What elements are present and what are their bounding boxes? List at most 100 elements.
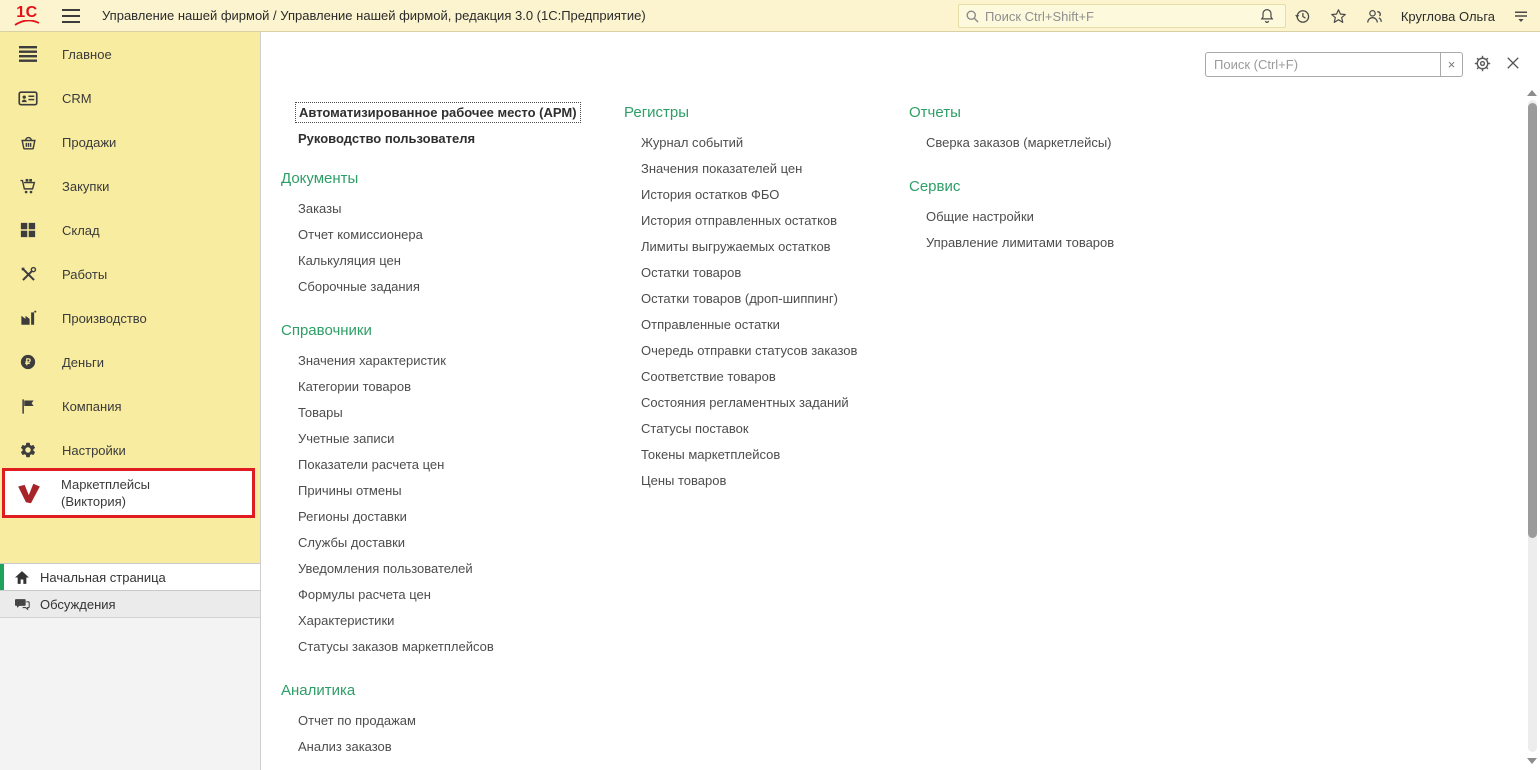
sidebar-item-crm[interactable]: CRM xyxy=(0,76,260,120)
panel-settings-gear-icon[interactable] xyxy=(1472,53,1493,74)
function-menu-panel: × Автоматизированное рабочее место (АРМ)… xyxy=(260,32,1540,770)
window-title: Управление нашей фирмой / Управление наш… xyxy=(102,8,646,23)
menu-link[interactable]: Анализ заказов xyxy=(281,734,611,760)
tools-icon xyxy=(16,265,40,284)
menu-link[interactable]: Калькуляция цен xyxy=(281,248,611,274)
current-user-name[interactable]: Круглова Ольга xyxy=(1401,9,1495,24)
sidebar-item-label: Настройки xyxy=(62,442,126,458)
sidebar-item-label: Маркетплейсы (Виктория) xyxy=(61,476,150,510)
list-icon xyxy=(16,46,40,62)
search-clear-button[interactable]: × xyxy=(1441,52,1463,77)
home-icon xyxy=(12,570,32,585)
menu-link[interactable]: Характеристики xyxy=(281,608,611,634)
bell-icon[interactable] xyxy=(1258,7,1276,25)
global-search-input[interactable] xyxy=(985,8,1279,24)
sidebar-item-prodazhi[interactable]: Продажи xyxy=(0,120,260,164)
menu-link[interactable]: Категории товаров xyxy=(281,374,611,400)
menu-link[interactable]: Сверка заказов (маркетлейсы) xyxy=(909,130,1209,156)
menu-link[interactable]: История отправленных остатков xyxy=(624,208,924,234)
sidebar-footer-empty-area xyxy=(0,617,260,770)
active-tab-indicator xyxy=(0,564,4,590)
section-title-catalogs: Справочники xyxy=(281,322,372,339)
sidebar-item-nastroyki[interactable]: Настройки xyxy=(0,428,260,472)
sidebar-item-proizvodstvo[interactable]: Производство xyxy=(0,296,260,340)
marketplace-label-line1: Маркетплейсы xyxy=(61,477,150,492)
menu-link[interactable]: Состояния регламентных заданий xyxy=(624,390,924,416)
menu-link[interactable]: Соответствие товаров xyxy=(624,364,924,390)
menu-link[interactable]: Учетные записи xyxy=(281,426,611,452)
star-icon[interactable] xyxy=(1329,7,1348,26)
menu-link[interactable]: Значения показателей цен xyxy=(624,156,924,182)
cart-icon xyxy=(16,177,40,196)
menu-link[interactable]: Сборочные задания xyxy=(281,274,611,300)
sidebar-item-glavnoe[interactable]: Главное xyxy=(0,32,260,76)
menu-link[interactable]: Лимиты выгружаемых остатков xyxy=(624,234,924,260)
sidebar-item-label: Продажи xyxy=(62,134,117,150)
function-menu-column-2: Регистры Журнал событий Значения показат… xyxy=(624,98,924,494)
function-menu-column-3: Отчеты Сверка заказов (маркетлейсы) Серв… xyxy=(909,98,1209,256)
discussions-icon xyxy=(12,597,32,612)
scroll-up-arrow[interactable] xyxy=(1527,90,1537,96)
1c-logo-text: 1С xyxy=(16,4,38,21)
section-title-documents: Документы xyxy=(281,170,359,187)
marketplace-v-icon xyxy=(16,480,42,506)
crm-card-icon xyxy=(16,89,40,107)
menu-link[interactable]: Отчет комиссионера xyxy=(281,222,611,248)
menu-link[interactable]: Журнал событий xyxy=(624,130,924,156)
menu-link[interactable]: Заказы xyxy=(281,196,611,222)
menu-link[interactable]: История остатков ФБО xyxy=(624,182,924,208)
menu-link[interactable]: Токены маркетплейсов xyxy=(624,442,924,468)
tab-start-page[interactable]: Начальная страница xyxy=(0,563,260,590)
main-menu-hamburger-icon[interactable] xyxy=(62,8,80,23)
history-icon[interactable] xyxy=(1293,7,1312,26)
sidebar-item-label: Производство xyxy=(62,310,147,326)
user-menu-icon[interactable] xyxy=(1512,7,1530,25)
sidebar-item-label: Закупки xyxy=(62,178,110,194)
panel-close-icon[interactable] xyxy=(1504,54,1522,72)
menu-link[interactable]: Управление лимитами товаров xyxy=(909,230,1209,256)
menu-link[interactable]: Причины отмены xyxy=(281,478,611,504)
command-arm-workplace[interactable]: Автоматизированное рабочее место (АРМ) xyxy=(295,102,581,123)
menu-link[interactable]: Остатки товаров (дроп-шиппинг) xyxy=(624,286,924,312)
menu-link[interactable]: Остатки товаров xyxy=(624,260,924,286)
menu-link[interactable]: Статусы поставок xyxy=(624,416,924,442)
menu-link[interactable]: Цены товаров xyxy=(624,468,924,494)
section-title-reports: Отчеты xyxy=(909,104,961,121)
function-search-input[interactable] xyxy=(1205,52,1441,77)
menu-link[interactable]: Формулы расчета цен xyxy=(281,582,611,608)
sidebar-item-label: CRM xyxy=(62,90,92,106)
sidebar-item-zakupki[interactable]: Закупки xyxy=(0,164,260,208)
scrollbar-thumb[interactable] xyxy=(1528,103,1537,538)
menu-link[interactable]: Очередь отправки статусов заказов xyxy=(624,338,924,364)
command-user-guide[interactable]: Руководство пользователя xyxy=(298,131,475,146)
menu-link[interactable]: Статусы заказов маркетплейсов xyxy=(281,634,611,660)
sidebar-item-label: Склад xyxy=(62,222,100,238)
global-search-box[interactable] xyxy=(958,4,1286,28)
factory-icon xyxy=(16,309,40,327)
menu-link[interactable]: Показатели расчета цен xyxy=(281,452,611,478)
gear-icon xyxy=(16,441,40,459)
menu-link[interactable]: Регионы доставки xyxy=(281,504,611,530)
basket-icon xyxy=(16,133,40,152)
vertical-scrollbar xyxy=(1526,88,1538,764)
sidebar-item-label: Главное xyxy=(62,46,112,62)
menu-link[interactable]: Службы доставки xyxy=(281,530,611,556)
warehouse-icon xyxy=(16,221,40,239)
sidebar-item-dengi[interactable]: ₽ Деньги xyxy=(0,340,260,384)
menu-link[interactable]: Отправленные остатки xyxy=(624,312,924,338)
sidebar-item-sklad[interactable]: Склад xyxy=(0,208,260,252)
menu-link[interactable]: Отчет по продажам xyxy=(281,708,611,734)
tab-discussions[interactable]: Обсуждения xyxy=(0,590,260,617)
sidebar-item-marketplaces-highlighted[interactable]: Маркетплейсы (Виктория) xyxy=(2,468,255,518)
sidebar-item-kompaniya[interactable]: Компания xyxy=(0,384,260,428)
search-icon xyxy=(966,10,979,23)
marketplace-label-line2: (Виктория) xyxy=(61,494,126,509)
menu-link[interactable]: Общие настройки xyxy=(909,204,1209,230)
menu-link[interactable]: Уведомления пользователей xyxy=(281,556,611,582)
scroll-down-arrow[interactable] xyxy=(1527,758,1537,764)
users-icon[interactable] xyxy=(1365,7,1384,26)
menu-link[interactable]: Значения характеристик xyxy=(281,348,611,374)
sidebar-item-raboty[interactable]: Работы xyxy=(0,252,260,296)
function-menu-column-1: Автоматизированное рабочее место (АРМ) Р… xyxy=(281,98,611,760)
menu-link[interactable]: Товары xyxy=(281,400,611,426)
